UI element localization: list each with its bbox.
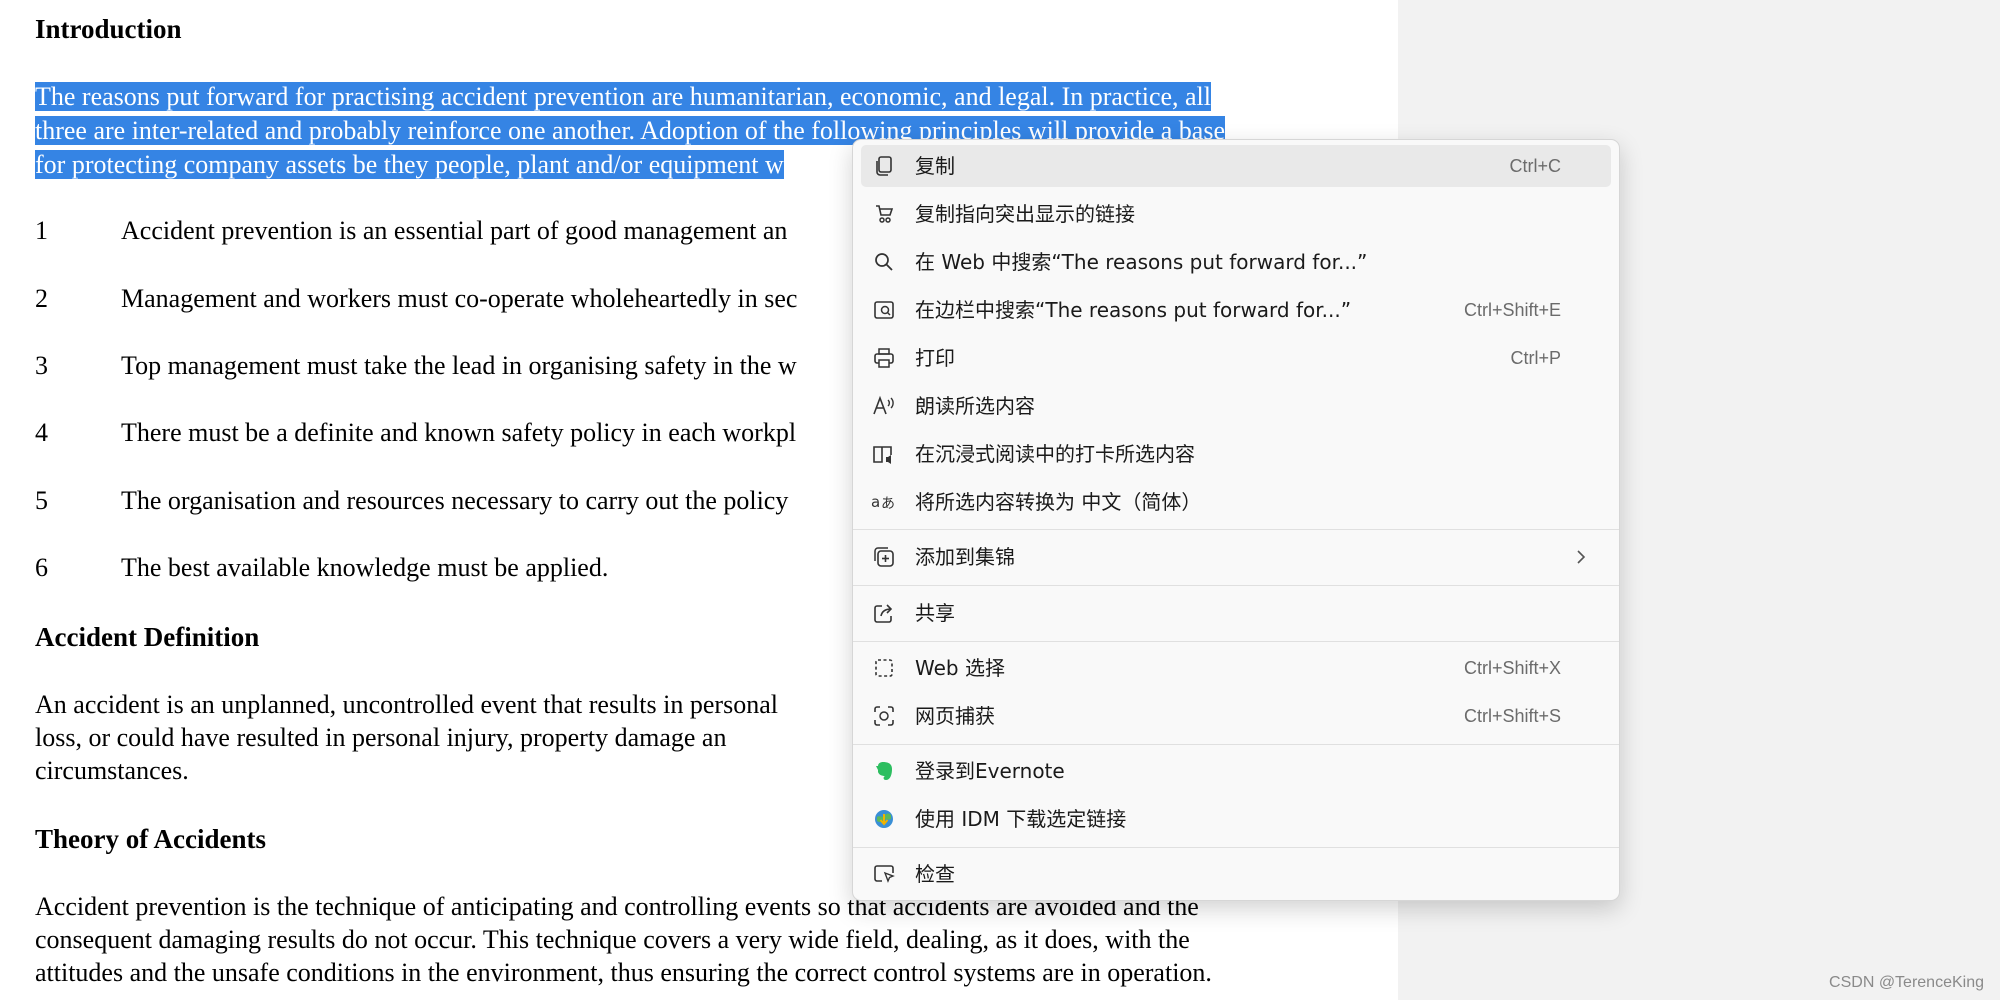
printer-icon — [871, 345, 897, 371]
list-item: 2 Management and workers must co-operate … — [35, 284, 798, 313]
menu-item-web-capture[interactable]: 网页捕获 Ctrl+Shift+S — [861, 695, 1611, 737]
web-capture-icon — [871, 703, 897, 729]
theory-heading: Theory of Accidents — [35, 824, 266, 854]
menu-item-label: 共享 — [915, 601, 955, 625]
menu-separator — [853, 744, 1619, 745]
list-item: 5 The organisation and resources necessar… — [35, 486, 789, 515]
svg-text:あ: あ — [881, 496, 895, 512]
menu-item-add-to-collections[interactable]: 添加到集锦 — [861, 536, 1611, 578]
sidebar-search-icon — [871, 297, 897, 323]
menu-item-label: 朗读所选内容 — [915, 394, 1035, 418]
immersive-reader-icon — [871, 441, 897, 467]
list-item: 4 There must be a definite and known safe… — [35, 418, 797, 447]
menu-item-copy-link-to-highlight[interactable]: 复制指向突出显示的链接 — [861, 193, 1611, 235]
evernote-icon — [871, 758, 897, 784]
translate-icon: aあ — [871, 489, 897, 515]
menu-item-idm-download[interactable]: 使用 IDM 下载选定链接 — [861, 798, 1611, 840]
menu-item-inspect[interactable]: 检查 — [861, 853, 1611, 895]
menu-item-search-web[interactable]: 在 Web 中搜索“The reasons put forward for...… — [861, 241, 1611, 283]
menu-separator — [853, 847, 1619, 848]
menu-item-read-aloud[interactable]: 朗读所选内容 — [861, 385, 1611, 427]
accident-definition-heading: Accident Definition — [35, 622, 260, 652]
menu-item-shortcut: Ctrl+P — [1510, 348, 1561, 368]
menu-item-label: 在沉浸式阅读中的打卡所选内容 — [915, 442, 1195, 466]
intro-heading: Introduction — [35, 14, 182, 44]
menu-item-translate[interactable]: aあ 将所选内容转换为 中文（简体） — [861, 481, 1611, 523]
inspect-icon — [871, 861, 897, 887]
list-item: 6 The best available knowledge must be ap… — [35, 553, 609, 582]
selected-text-line[interactable]: The reasons put forward for practising a… — [35, 82, 1212, 111]
menu-item-label: 在 Web 中搜索“The reasons put forward for...… — [915, 250, 1368, 274]
menu-separator — [853, 585, 1619, 586]
menu-item-copy[interactable]: 复制 Ctrl+C — [861, 145, 1611, 187]
selected-text-line[interactable]: for protecting company assets be they pe… — [35, 150, 784, 179]
menu-item-shortcut: Ctrl+Shift+S — [1463, 706, 1561, 726]
menu-item-label: 复制 — [915, 154, 955, 178]
watermark: CSDN @TerenceKing — [1829, 974, 1984, 991]
idm-icon — [871, 806, 897, 832]
menu-item-label: 将所选内容转换为 中文（简体） — [915, 490, 1202, 514]
menu-item-label: 登录到Evernote — [915, 759, 1065, 783]
search-icon — [871, 249, 897, 275]
menu-separator — [853, 529, 1619, 530]
menu-item-label: 复制指向突出显示的链接 — [915, 202, 1135, 226]
menu-item-search-sidebar[interactable]: 在边栏中搜索“The reasons put forward for...” C… — [861, 289, 1611, 331]
menu-item-immersive-reader[interactable]: 在沉浸式阅读中的打卡所选内容 — [861, 433, 1611, 475]
link-highlight-icon — [871, 201, 897, 227]
menu-item-print[interactable]: 打印 Ctrl+P — [861, 337, 1611, 379]
read-aloud-icon — [871, 393, 897, 419]
menu-item-label: 在边栏中搜索“The reasons put forward for...” — [915, 298, 1352, 322]
menu-separator — [853, 641, 1619, 642]
menu-item-web-select[interactable]: Web 选择 Ctrl+Shift+X — [861, 647, 1611, 689]
menu-item-label: Web 选择 — [915, 656, 1005, 680]
list-item: 3 Top management must take the lead in or… — [35, 351, 797, 380]
chevron-right-icon — [1571, 547, 1591, 567]
svg-text:a: a — [871, 493, 880, 511]
menu-item-label: 使用 IDM 下载选定链接 — [915, 807, 1127, 831]
list-item: 1 Accident prevention is an essential par… — [35, 216, 788, 245]
menu-item-label: 打印 — [915, 346, 955, 370]
menu-item-label: 网页捕获 — [915, 704, 995, 728]
menu-item-label: 检查 — [915, 862, 955, 886]
share-icon — [871, 600, 897, 626]
menu-item-label: 添加到集锦 — [915, 545, 1015, 569]
context-menu: 复制 Ctrl+C 复制指向突出显示的链接 在 Web 中搜索“The reas… — [852, 139, 1620, 901]
menu-item-share[interactable]: 共享 — [861, 592, 1611, 634]
web-select-icon — [871, 655, 897, 681]
theory-paragraph: Accident prevention is the technique of … — [35, 892, 1212, 987]
menu-item-evernote[interactable]: 登录到Evernote — [861, 750, 1611, 792]
menu-item-shortcut: Ctrl+Shift+X — [1463, 658, 1561, 678]
copy-icon — [871, 153, 897, 179]
menu-item-shortcut: Ctrl+C — [1509, 156, 1561, 176]
menu-item-shortcut: Ctrl+Shift+E — [1463, 300, 1561, 320]
collections-icon — [871, 544, 897, 570]
